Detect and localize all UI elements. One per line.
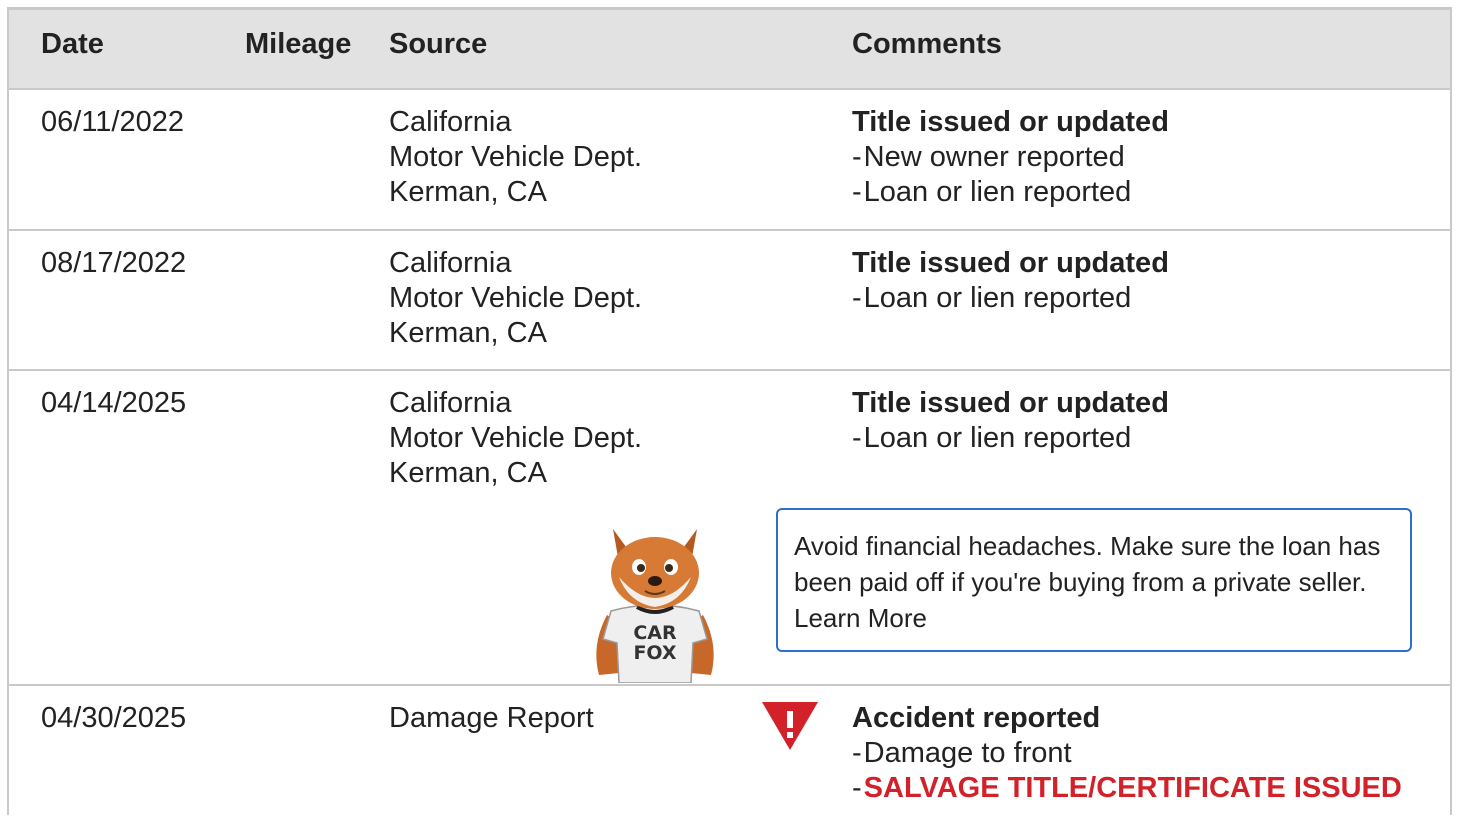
row-date: 06/11/2022 [41,106,184,138]
header-source: Source [389,28,488,60]
event-detail: -Loan or lien reported [852,282,1132,314]
event-detail: -Damage to front [852,737,1072,769]
source-line: Motor Vehicle Dept. [389,141,643,173]
source-line: Kerman, CA [389,176,547,208]
row-source: California Motor Vehicle Dept. Kerman, C… [389,105,642,210]
header-comments: Comments [852,28,1002,60]
tip-text: Avoid financial headaches. Make sure the… [794,531,1381,597]
source-line: Kerman, CA [389,457,547,489]
row-source: California Motor Vehicle Dept. Kerman, C… [389,246,642,351]
table-header: Date Mileage Source Comments [9,10,1450,90]
header-date: Date [41,28,104,60]
source-line: Kerman, CA [389,317,547,349]
salvage-alert: -SALVAGE TITLE/CERTIFICATE ISSUED [852,772,1402,804]
event-title: Title issued or updated [852,106,1169,138]
table-row: 08/17/2022 California Motor Vehicle Dept… [9,231,1450,371]
event-title: Title issued or updated [852,387,1169,419]
source-line: Damage Report [389,702,594,734]
row-comments: Accident reported -Damage to front -SALV… [852,701,1402,806]
mascot-shirt-text: FOX [633,642,676,664]
table-row: 06/11/2022 California Motor Vehicle Dept… [9,90,1450,231]
learn-more-link[interactable]: Learn More [794,603,927,633]
source-line: Motor Vehicle Dept. [389,422,643,454]
mascot-shirt-text: CAR [633,622,677,644]
row-source: California Motor Vehicle Dept. Kerman, C… [389,386,642,491]
source-line: California [389,106,512,138]
row-date: 04/30/2025 [41,702,187,734]
table-row: 04/30/2025 Damage Report Accident report… [9,686,1450,826]
event-detail: -Loan or lien reported [852,176,1132,208]
row-comments: Title issued or updated -Loan or lien re… [852,386,1169,456]
event-detail: -Loan or lien reported [852,422,1132,454]
row-comments: Title issued or updated -Loan or lien re… [852,246,1169,316]
row-comments: Title issued or updated -New owner repor… [852,105,1169,210]
source-line: Motor Vehicle Dept. [389,282,643,314]
row-source: Damage Report [389,701,594,736]
event-detail: -New owner reported [852,141,1125,173]
history-table: Date Mileage Source Comments 06/11/2022 … [7,7,1452,815]
row-date: 04/14/2025 [41,387,187,419]
source-line: California [389,247,512,279]
event-title: Title issued or updated [852,247,1169,279]
warning-triangle-icon [762,702,818,750]
event-title: Accident reported [852,702,1101,734]
header-mileage: Mileage [245,28,352,60]
source-line: California [389,387,512,419]
row-date: 08/17/2022 [41,247,187,279]
loan-tip-box: Avoid financial headaches. Make sure the… [776,508,1412,652]
carfox-mascot: CAR FOX [596,529,714,683]
